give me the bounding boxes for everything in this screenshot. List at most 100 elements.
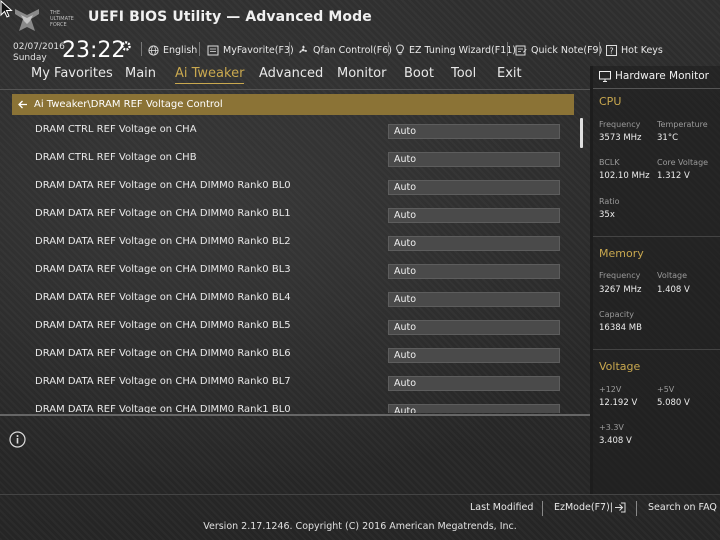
setting-value-field[interactable]: Auto: [388, 152, 560, 167]
menu-boot[interactable]: Boot: [404, 66, 434, 81]
info-icon: [9, 431, 26, 448]
cpu-ratio-value: 35x: [599, 210, 615, 220]
setting-value-field[interactable]: Auto: [388, 208, 560, 223]
memory-frequency-label: Frequency: [599, 271, 641, 280]
toolbar-separator: [289, 42, 290, 56]
menu-my-favorites[interactable]: My Favorites: [31, 66, 113, 81]
setting-value-field[interactable]: Auto: [388, 264, 560, 279]
mouse-cursor-icon: [0, 0, 13, 18]
svg-text:?: ?: [609, 46, 613, 55]
memory-voltage-label: Voltage: [657, 271, 688, 280]
setting-label: DRAM DATA REF Voltage on CHA DIMM0 Rank0…: [35, 348, 291, 359]
voltage-12v-label: +12V: [599, 385, 622, 394]
setting-row[interactable]: DRAM DATA REF Voltage on CHA DIMM0 Rank0…: [12, 369, 580, 397]
setting-row[interactable]: DRAM DATA REF Voltage on CHA DIMM0 Rank0…: [12, 173, 580, 201]
ez-mode-button[interactable]: EzMode(F7)|: [554, 502, 626, 513]
date-text: 02/07/2016: [13, 42, 65, 52]
cpu-frequency-value: 3573 MHz: [599, 133, 642, 143]
settings-list: DRAM CTRL REF Voltage on CHA Auto DRAM C…: [12, 117, 580, 413]
setting-row[interactable]: DRAM DATA REF Voltage on CHA DIMM0 Rank0…: [12, 285, 580, 313]
gear-icon[interactable]: [120, 40, 132, 52]
day-text: Sunday: [13, 53, 47, 63]
qfan-control-button[interactable]: Qfan Control(F6): [297, 42, 392, 58]
cpu-core-voltage-label: Core Voltage: [657, 158, 709, 167]
breadcrumb[interactable]: Ai Tweaker\DRAM REF Voltage Control: [12, 94, 574, 115]
favorite-list-icon: [207, 45, 219, 55]
setting-label: DRAM DATA REF Voltage on CHA DIMM0 Rank0…: [35, 208, 291, 219]
cpu-ratio-label: Ratio: [599, 197, 620, 206]
quick-note-label: Quick Note(F9): [531, 44, 603, 56]
cpu-frequency-label: Frequency: [599, 120, 641, 129]
my-favorite-label: MyFavorite(F3): [223, 44, 294, 56]
hardware-monitor-title: Hardware Monitor: [599, 70, 709, 82]
list-scrollbar[interactable]: [580, 118, 583, 148]
cpu-bclk-label: BCLK: [599, 158, 620, 167]
setting-value-field[interactable]: Auto: [388, 180, 560, 195]
help-info-panel: [0, 416, 590, 494]
hardware-monitor-label: Hardware Monitor: [615, 70, 709, 82]
setting-row[interactable]: DRAM DATA REF Voltage on CHA DIMM0 Rank0…: [12, 313, 580, 341]
setting-row[interactable]: DRAM DATA REF Voltage on CHA DIMM0 Rank0…: [12, 341, 580, 369]
breadcrumb-path: Ai Tweaker\DRAM REF Voltage Control: [34, 99, 223, 110]
setting-row[interactable]: DRAM CTRL REF Voltage on CHA Auto: [12, 117, 580, 145]
memory-voltage-value: 1.408 V: [657, 285, 690, 295]
setting-value-field[interactable]: Auto: [388, 404, 560, 413]
menu-main[interactable]: Main: [125, 66, 156, 81]
toolbar-separator: [141, 42, 142, 56]
setting-row[interactable]: DRAM DATA REF Voltage on CHA DIMM0 Rank1…: [12, 397, 580, 413]
note-icon: [515, 45, 527, 55]
footer-separator: [542, 501, 543, 516]
setting-value-field[interactable]: Auto: [388, 236, 560, 251]
toolbar-separator: [388, 42, 389, 56]
globe-icon: [148, 44, 159, 56]
setting-label: DRAM CTRL REF Voltage on CHB: [35, 152, 197, 163]
menu-tool[interactable]: Tool: [451, 66, 476, 81]
ez-tuning-wizard-button[interactable]: EZ Tuning Wizard(F11): [395, 42, 516, 58]
setting-label: DRAM DATA REF Voltage on CHA DIMM0 Rank0…: [35, 320, 291, 331]
voltage-3v3-value: 3.408 V: [599, 436, 632, 446]
exit-arrow-icon: [615, 502, 626, 513]
setting-value-field[interactable]: Auto: [388, 124, 560, 139]
setting-value-field[interactable]: Auto: [388, 376, 560, 391]
logo-text: THE ULTIMATE FORCE: [50, 10, 74, 28]
setting-label: DRAM DATA REF Voltage on CHA DIMM0 Rank0…: [35, 376, 291, 387]
memory-frequency-value: 3267 MHz: [599, 285, 642, 295]
help-icon: ?: [606, 44, 617, 56]
monitor-icon: [599, 70, 611, 82]
setting-label: DRAM DATA REF Voltage on CHA DIMM0 Rank0…: [35, 292, 291, 303]
footer-separator: [636, 501, 637, 516]
quick-note-button[interactable]: Quick Note(F9): [515, 42, 602, 58]
hot-keys-button[interactable]: ? Hot Keys: [606, 42, 663, 58]
setting-label: DRAM CTRL REF Voltage on CHA: [35, 124, 197, 135]
setting-value-field[interactable]: Auto: [388, 292, 560, 307]
ez-tuning-wizard-label: EZ Tuning Wizard(F11): [409, 44, 517, 56]
cpu-section-title: CPU: [599, 95, 622, 108]
memory-section-title: Memory: [599, 247, 644, 260]
menu-advanced[interactable]: Advanced: [259, 66, 323, 81]
menu-exit[interactable]: Exit: [497, 66, 522, 81]
setting-row[interactable]: DRAM CTRL REF Voltage on CHB Auto: [12, 145, 580, 173]
hw-divider: [593, 88, 720, 89]
menu-monitor[interactable]: Monitor: [337, 66, 386, 81]
voltage-section-title: Voltage: [599, 360, 641, 373]
setting-row[interactable]: DRAM DATA REF Voltage on CHA DIMM0 Rank0…: [12, 257, 580, 285]
clock-time[interactable]: 23:22: [62, 38, 125, 63]
last-modified-button[interactable]: Last Modified: [470, 502, 533, 513]
toolbar-separator: [199, 42, 200, 56]
setting-row[interactable]: DRAM DATA REF Voltage on CHA DIMM0 Rank0…: [12, 201, 580, 229]
search-faq-button[interactable]: Search on FAQ: [648, 502, 717, 513]
setting-value-field[interactable]: Auto: [388, 348, 560, 363]
hot-keys-label: Hot Keys: [621, 44, 663, 56]
setting-value-field[interactable]: Auto: [388, 320, 560, 335]
back-arrow-icon[interactable]: [18, 100, 28, 109]
voltage-3v3-label: +3.3V: [599, 423, 624, 432]
menu-ai-tweaker[interactable]: Ai Tweaker: [175, 66, 245, 84]
setting-label: DRAM DATA REF Voltage on CHA DIMM0 Rank0…: [35, 236, 291, 247]
setting-label: DRAM DATA REF Voltage on CHA DIMM0 Rank0…: [35, 264, 291, 275]
language-button[interactable]: English: [148, 42, 197, 58]
qfan-control-label: Qfan Control(F6): [313, 44, 392, 56]
my-favorite-button[interactable]: MyFavorite(F3): [207, 42, 294, 58]
setting-label: DRAM DATA REF Voltage on CHA DIMM0 Rank0…: [35, 180, 291, 191]
setting-row[interactable]: DRAM DATA REF Voltage on CHA DIMM0 Rank0…: [12, 229, 580, 257]
hw-section-divider: [593, 349, 720, 350]
